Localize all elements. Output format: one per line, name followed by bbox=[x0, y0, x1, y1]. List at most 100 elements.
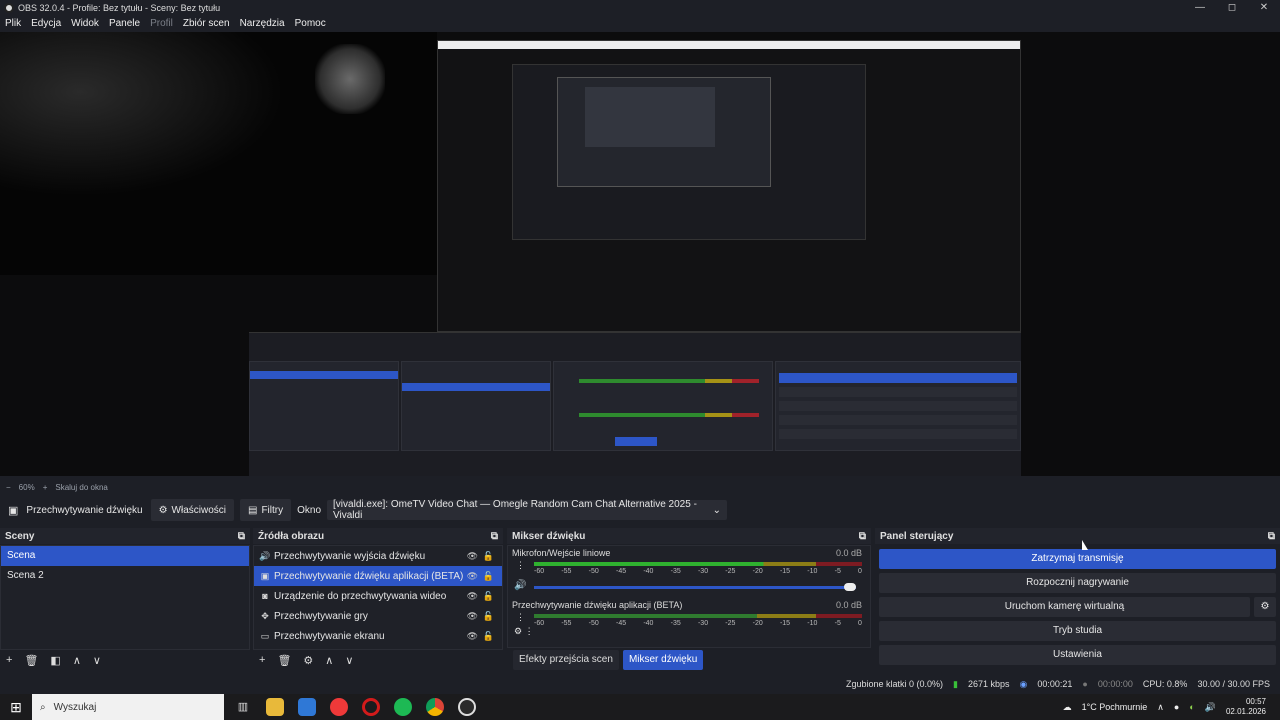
lock-icon[interactable]: 🔓 bbox=[483, 631, 494, 642]
zoom-out-button[interactable]: − bbox=[6, 483, 11, 492]
properties-label: Właściwości bbox=[171, 504, 226, 516]
clock[interactable]: 00:57 02.01.2026 bbox=[1226, 697, 1266, 717]
mixer-body: Mikrofon/Wejście liniowe 0.0 dB ⋮ -60 -55… bbox=[507, 545, 871, 648]
menu-tools[interactable]: Narzędzia bbox=[235, 16, 290, 32]
undock-icon[interactable]: ⧉ bbox=[238, 531, 245, 542]
scene-item[interactable]: Scena 2 bbox=[1, 566, 249, 586]
sources-list: 🔊 Przechwytywanie wyjścia dźwięku 👁 🔓 ▣ P… bbox=[253, 545, 503, 650]
mixer-channel-app: Przechwytywanie dźwięku aplikacji (BETA)… bbox=[508, 598, 870, 650]
opera-icon[interactable] bbox=[362, 698, 380, 716]
lock-icon[interactable]: 🔓 bbox=[483, 591, 494, 602]
add-icon[interactable]: + bbox=[6, 654, 12, 666]
virtual-camera-settings-gear-icon[interactable]: ⚙ bbox=[1254, 597, 1276, 617]
lock-icon[interactable]: 🔓 bbox=[483, 571, 494, 582]
mixer-title: Mikser dźwięku bbox=[512, 530, 586, 542]
chevron-up-icon[interactable]: ∧ bbox=[1157, 702, 1164, 713]
tab-audio-mixer[interactable]: Mikser dźwięku bbox=[622, 650, 704, 670]
menu-bar: Plik Edycja Widok Panele Profil Zbiór sc… bbox=[0, 16, 1280, 32]
stop-streaming-button[interactable]: Zatrzymaj transmisję bbox=[879, 549, 1276, 569]
clock-date: 02.01.2026 bbox=[1225, 707, 1266, 716]
taskbar-search[interactable]: ⌕ Wyszukaj bbox=[32, 694, 224, 720]
speaker-icon[interactable]: 🔊 bbox=[514, 580, 526, 591]
eye-icon[interactable]: 👁 bbox=[467, 591, 478, 602]
menu-docks[interactable]: Panele bbox=[104, 16, 145, 32]
menu-edit[interactable]: Edycja bbox=[26, 16, 66, 32]
trash-icon[interactable]: 🗑 bbox=[24, 654, 38, 667]
file-explorer-icon[interactable] bbox=[266, 698, 284, 716]
filter-icon[interactable]: ◧ bbox=[50, 654, 60, 667]
filter-icon: ▤ bbox=[248, 504, 258, 516]
list-item[interactable]: ◙ Urządzenie do przechwytywania wideo 👁 🔓 bbox=[254, 586, 502, 606]
move-down-icon[interactable]: ∨ bbox=[345, 654, 353, 667]
list-item[interactable]: 🔊 Przechwytywanie wyjścia dźwięku 👁 🔓 bbox=[254, 546, 502, 566]
controls-dock: Panel sterujący ⧉ Zatrzymaj transmisję Ro… bbox=[875, 528, 1280, 670]
meter-ticks: -60 -55 -50 -45 -40 -35 -30 -25 -20 -15 -10 -5 0 bbox=[534, 620, 862, 627]
menu-scene-collection[interactable]: Zbiór scen bbox=[178, 16, 235, 32]
source-label: Przechwytywanie dźwięku aplikacji (BETA) bbox=[274, 570, 464, 582]
list-item[interactable]: ▣ Przechwytywanie dźwięku aplikacji (BET… bbox=[254, 566, 502, 586]
task-view-icon[interactable]: ▥ bbox=[234, 698, 252, 716]
menu-help[interactable]: Pomoc bbox=[290, 16, 331, 32]
volume-icon[interactable]: 🔊 bbox=[1205, 702, 1216, 713]
add-icon[interactable]: + bbox=[259, 654, 265, 666]
move-up-icon[interactable]: ∧ bbox=[73, 654, 81, 667]
slider-knob[interactable] bbox=[844, 583, 856, 591]
list-item[interactable]: ▭ Przechwytywanie ekranu 👁 🔓 bbox=[254, 626, 502, 646]
advanced-audio-icon[interactable]: ⚙ ⋮ bbox=[514, 626, 534, 637]
settings-button[interactable]: Ustawienia bbox=[879, 645, 1276, 665]
tab-scene-transitions[interactable]: Efekty przejścia scen bbox=[513, 650, 619, 670]
scene-item[interactable]: Scena bbox=[1, 546, 249, 566]
window-select-value: [vivaldi.exe]: OmeTV Video Chat — Omegle… bbox=[333, 499, 697, 521]
scale-to-window-label[interactable]: Skaluj do okna bbox=[55, 483, 107, 492]
filters-button[interactable]: ▤ Filtry bbox=[240, 499, 292, 521]
undock-icon[interactable]: ⧉ bbox=[859, 531, 866, 542]
mouse-cursor bbox=[1082, 540, 1088, 550]
obs-icon[interactable] bbox=[458, 698, 476, 716]
undock-icon[interactable]: ⧉ bbox=[491, 531, 498, 542]
weather-text[interactable]: 1°C Pochmurnie bbox=[1082, 702, 1148, 712]
studio-mode-button[interactable]: Tryb studia bbox=[879, 621, 1276, 641]
kebab-menu-icon[interactable]: ⋮ bbox=[516, 560, 525, 571]
store-icon[interactable] bbox=[298, 698, 316, 716]
microphone-icon[interactable]: ● bbox=[1174, 702, 1179, 712]
trash-icon[interactable]: 🗑 bbox=[277, 654, 291, 667]
channel-db: 0.0 dB bbox=[835, 548, 862, 558]
volume-slider[interactable] bbox=[534, 586, 856, 589]
move-down-icon[interactable]: ∨ bbox=[93, 654, 101, 667]
start-recording-button[interactable]: Rozpocznij nagrywanie bbox=[879, 573, 1276, 593]
properties-button[interactable]: ⚙ Właściwości bbox=[150, 499, 234, 521]
eye-icon[interactable]: 👁 bbox=[467, 631, 478, 642]
maximize-button[interactable]: ◻ bbox=[1216, 0, 1248, 16]
spotify-icon[interactable] bbox=[394, 698, 412, 716]
lock-icon[interactable]: 🔓 bbox=[483, 611, 494, 622]
menu-view[interactable]: Widok bbox=[66, 16, 104, 32]
minimize-button[interactable]: — bbox=[1184, 0, 1216, 16]
zoom-in-button[interactable]: + bbox=[43, 483, 48, 492]
search-placeholder: Wyszukaj bbox=[53, 701, 97, 713]
vivaldi-icon[interactable] bbox=[330, 698, 348, 716]
channel-db: 0.0 dB bbox=[835, 600, 862, 610]
eye-icon[interactable]: 👁 bbox=[467, 571, 478, 582]
close-button[interactable]: ✕ bbox=[1248, 0, 1280, 16]
obs-logo-icon bbox=[4, 3, 14, 13]
undock-icon[interactable]: ⧉ bbox=[1268, 531, 1275, 542]
eye-icon[interactable]: 👁 bbox=[467, 611, 478, 622]
preview-canvas[interactable] bbox=[0, 32, 1280, 476]
lock-icon[interactable]: 🔓 bbox=[483, 551, 494, 562]
chrome-icon[interactable] bbox=[426, 698, 444, 716]
windows-start-icon[interactable]: ⊞ bbox=[0, 699, 32, 716]
kebab-menu-icon[interactable]: ⋮ bbox=[516, 612, 525, 623]
menu-file[interactable]: Plik bbox=[0, 16, 26, 32]
rec-time: 00:00:00 bbox=[1097, 679, 1133, 689]
list-item[interactable]: ✥ Przechwytywanie gry 👁 🔓 bbox=[254, 606, 502, 626]
eye-icon[interactable]: 👁 bbox=[467, 551, 478, 562]
menu-profile[interactable]: Profil bbox=[145, 16, 178, 32]
move-up-icon[interactable]: ∧ bbox=[325, 654, 333, 667]
nested-capture-level4 bbox=[585, 87, 715, 147]
wifi-icon[interactable]: ◐ bbox=[1189, 702, 1194, 712]
start-virtual-camera-button[interactable]: Uruchom kamerę wirtualną bbox=[879, 597, 1250, 617]
gear-icon[interactable]: ⚙ bbox=[303, 654, 313, 667]
window-select[interactable]: [vivaldi.exe]: OmeTV Video Chat — Omegle… bbox=[327, 499, 728, 521]
windows-taskbar: ⊞ ⌕ Wyszukaj ▥ ☁ 1°C Pochmurnie ∧ ● ◐ 🔊 … bbox=[0, 694, 1280, 720]
window-title: OBS 32.0.4 - Profile: Bez tytułu - Sceny… bbox=[18, 3, 221, 13]
